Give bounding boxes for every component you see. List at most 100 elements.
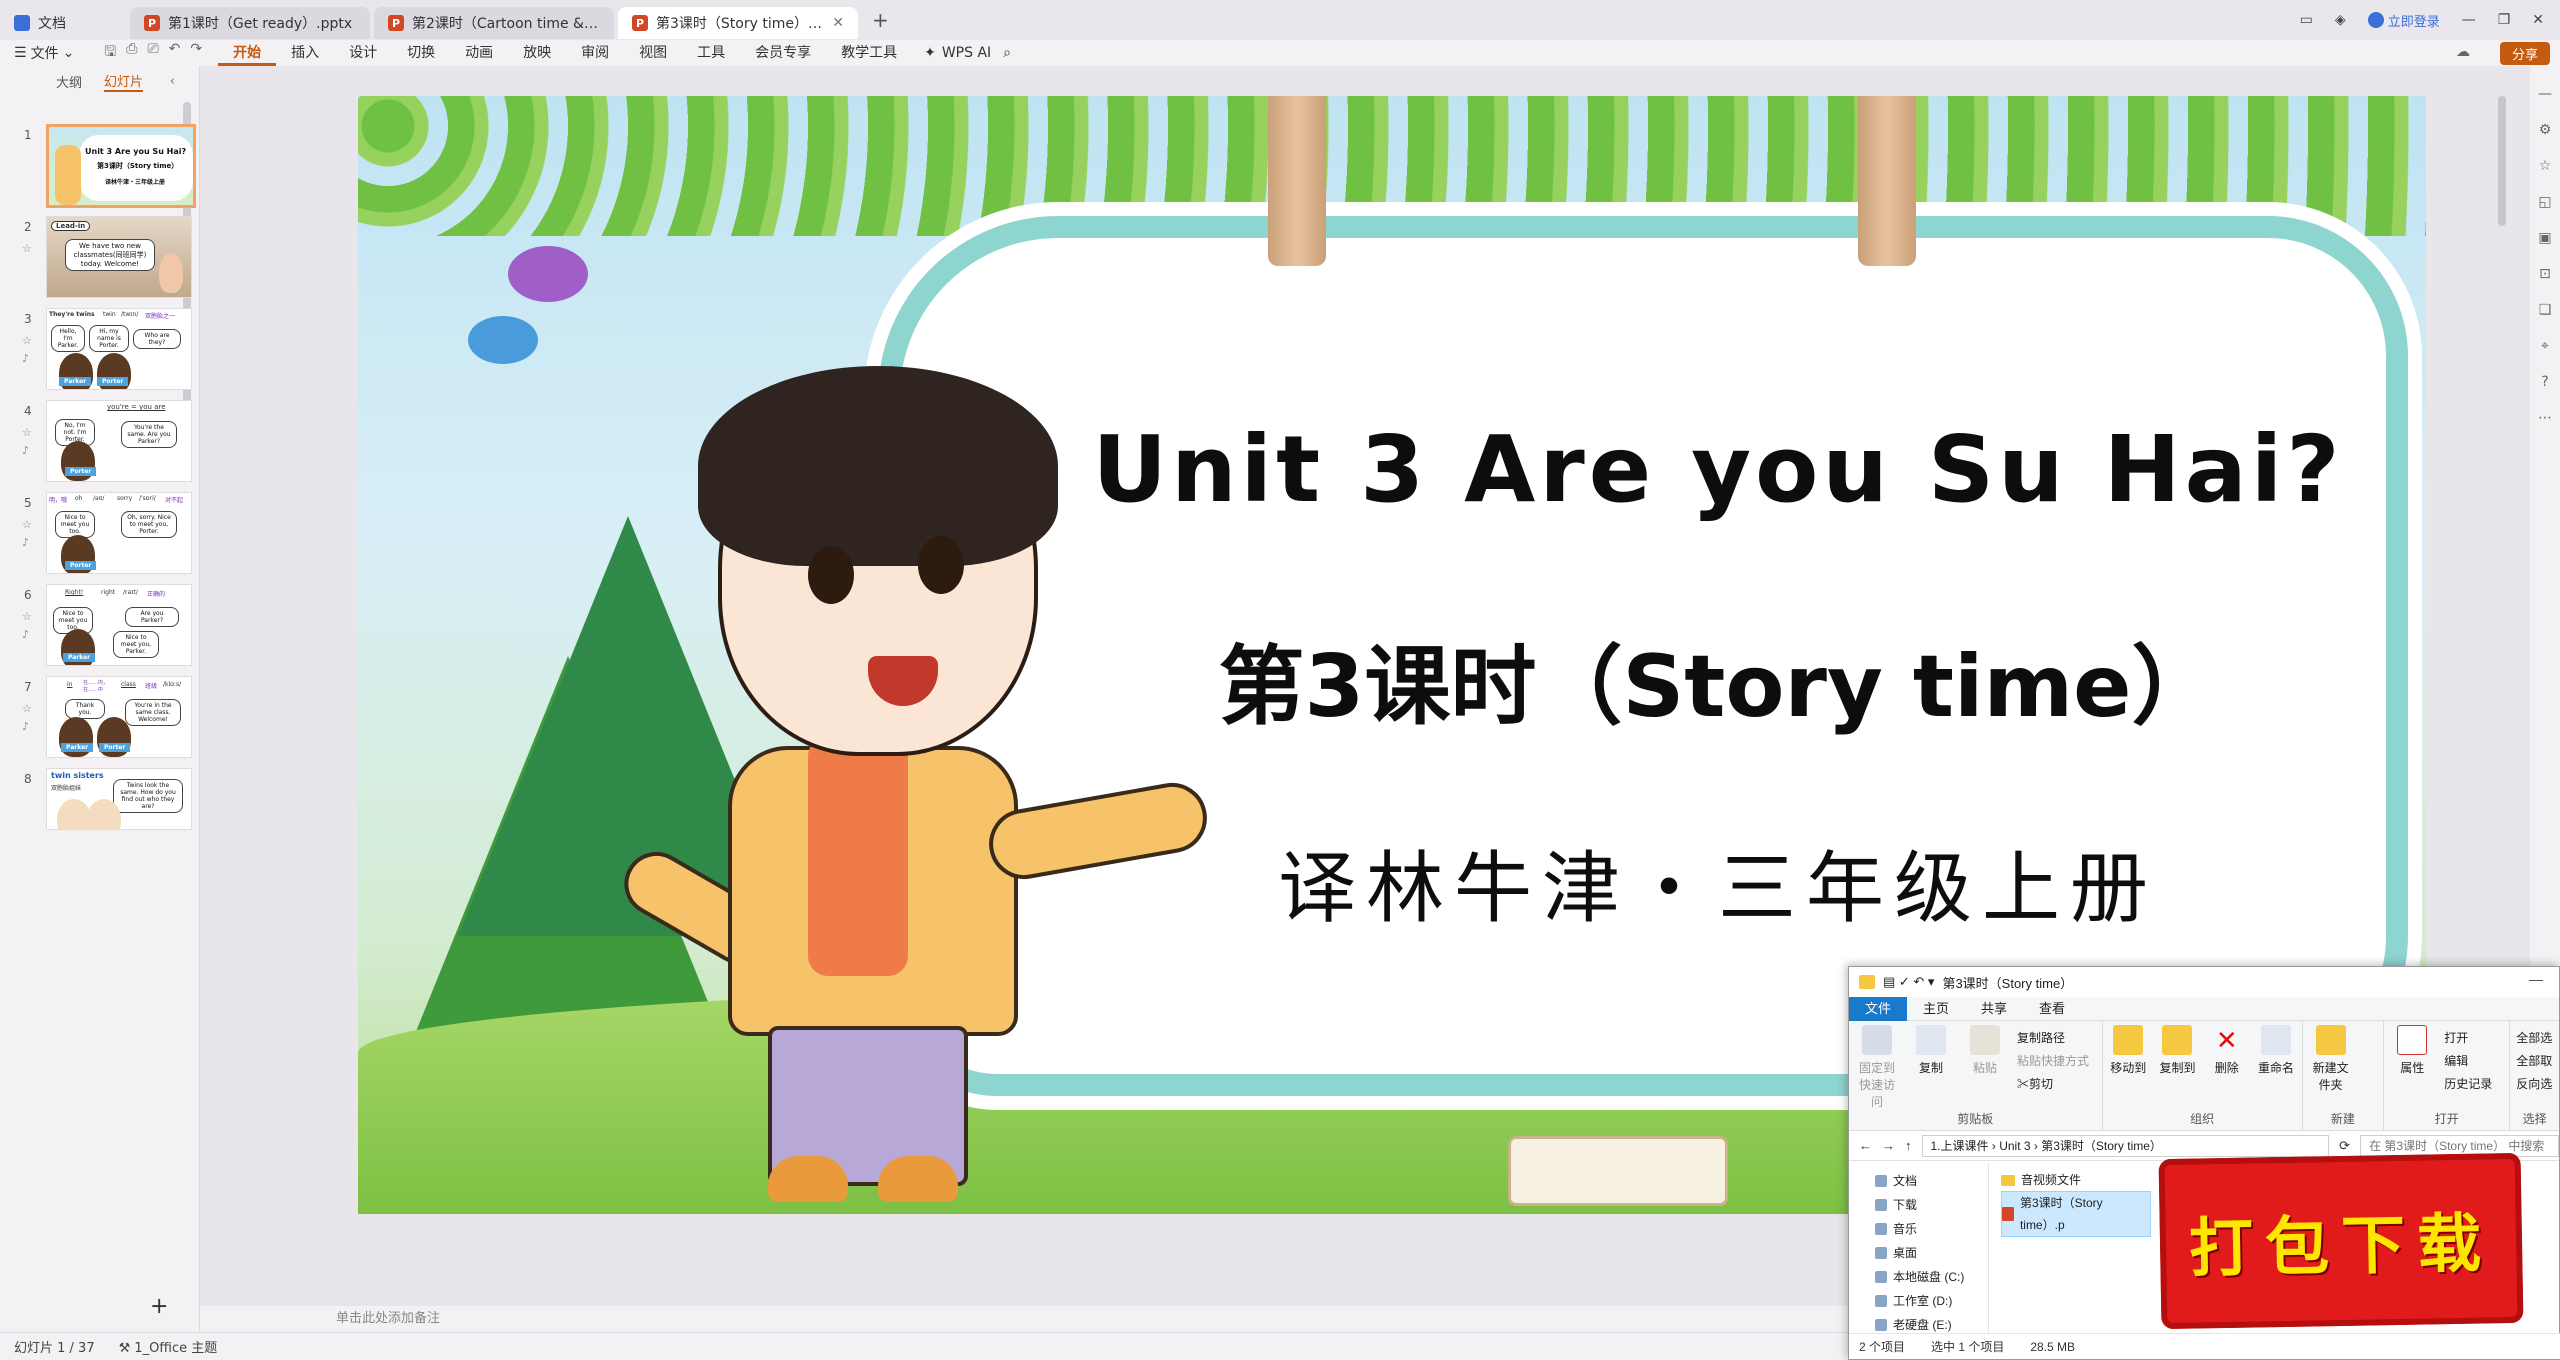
window-layout-icon[interactable]: ▭ — [2300, 12, 2313, 28]
redo-icon[interactable]: ↷ — [190, 41, 202, 65]
up-icon[interactable]: ↑ — [1905, 1138, 1912, 1153]
menu-teaching-tools[interactable]: 教学工具 — [826, 40, 912, 66]
export-icon[interactable]: ⎙ — [126, 41, 137, 65]
file-item[interactable]: 第3课时（Story time）.p — [2001, 1191, 2151, 1237]
star-icon: ☆ — [22, 702, 32, 715]
shapes-icon[interactable]: ◱ — [2538, 194, 2551, 210]
invert-selection-button[interactable]: 反向选 — [2516, 1075, 2552, 1092]
slide-thumbnail-4[interactable]: you're = you are No, I'm not. I'm Porter… — [46, 400, 192, 482]
slide-thumbnail-3[interactable]: They're twins twin /twɪn/ 双胞胎之一 Hello, I… — [46, 308, 192, 390]
file-menu[interactable]: ☰ 文件 ⌄ — [0, 43, 88, 63]
tab-lesson-2[interactable]: P 第2课时（Cartoon time & Letters a — [374, 7, 614, 39]
add-slide-button[interactable]: + — [150, 1294, 168, 1319]
slide-thumbnail-5[interactable]: 明，哦 oh /əʊ/ sorry /ˈsɒri/ 对不起 Nice to me… — [46, 492, 192, 574]
explorer-tab-home[interactable]: 主页 — [1907, 997, 1965, 1021]
ppt-icon: P — [632, 15, 648, 31]
drive-icon — [1875, 1271, 1887, 1283]
canvas-scrollbar[interactable] — [2498, 96, 2506, 226]
explorer-tab-file[interactable]: 文件 — [1849, 996, 1908, 1021]
image-icon[interactable]: ▣ — [2538, 230, 2551, 246]
menu-home[interactable]: 开始 — [218, 40, 277, 66]
nav-item-drive-c[interactable]: 本地磁盘 (C:) — [1875, 1265, 1988, 1289]
collapse-panel-icon[interactable]: ‹ — [170, 74, 175, 89]
menu-member[interactable]: 会员专享 — [740, 40, 826, 66]
slide-thumbnail-8[interactable]: twin sisters 双胞胎姐妹 Twins look the same. … — [46, 768, 192, 830]
tab-slides[interactable]: 幻灯片 — [104, 71, 144, 92]
close-tab-icon[interactable]: ✕ — [832, 15, 844, 31]
history-button[interactable]: 历史记录 — [2444, 1075, 2492, 1092]
cut-button[interactable]: ✂剪切 — [2017, 1075, 2089, 1092]
nav-item-downloads[interactable]: 下载 — [1875, 1193, 1988, 1217]
slide-thumbnail-2[interactable]: Lead-in We have two new classmates(同班同学)… — [46, 216, 192, 298]
quick-access-icons[interactable]: ▤ ✓ ↶ ▾ — [1883, 974, 1934, 990]
share-button[interactable]: 分享 — [2499, 42, 2550, 65]
explorer-tab-share[interactable]: 共享 — [1965, 997, 2023, 1021]
theme-name[interactable]: ⚒ 1_Office 主题 — [119, 1337, 218, 1356]
menu-review[interactable]: 审阅 — [566, 40, 624, 66]
help-icon[interactable]: ? — [2541, 374, 2548, 390]
minus-icon[interactable]: — — [2538, 86, 2552, 102]
search-icon[interactable]: ⌕ — [1003, 45, 1011, 61]
leaves-decoration — [358, 96, 2426, 236]
drive-icon — [1875, 1319, 1887, 1331]
explorer-ribbon: 固定到快速访问 复制 粘贴 复制路径 粘贴快捷方式 ✂剪切 剪贴板 移动到 复制… — [1849, 1021, 2559, 1131]
tab-outline[interactable]: 大纲 — [56, 72, 82, 91]
nav-item-music[interactable]: 音乐 — [1875, 1217, 1988, 1241]
menu-tools[interactable]: 工具 — [682, 40, 740, 66]
pack-download-stamp[interactable]: 打包下载 — [2158, 1152, 2524, 1330]
minimize-icon[interactable]: — — [2529, 971, 2543, 987]
slide-title: Unit 3 Are you Su Hai? — [1092, 416, 2344, 523]
select-all-button[interactable]: 全部选 — [2516, 1029, 2552, 1046]
copy-path-button[interactable]: 复制路径 — [2017, 1029, 2089, 1046]
nav-item-desktop[interactable]: 桌面 — [1875, 1241, 1988, 1265]
book-icon[interactable]: ❑ — [2539, 302, 2552, 318]
lock-icon[interactable]: ⊡ — [2539, 266, 2551, 282]
print-icon[interactable]: ⎚ — [147, 41, 158, 65]
slide-thumbnail-7[interactable]: in 在……内，在……中 class 班级 /klɑːs/ Thank you.… — [46, 676, 192, 758]
paste-shortcut-button[interactable]: 粘贴快捷方式 — [2017, 1052, 2089, 1069]
star-icon: ☆ — [22, 426, 32, 439]
clipboard-group: 固定到快速访问 复制 粘贴 复制路径 粘贴快捷方式 ✂剪切 剪贴板 — [1849, 1021, 2103, 1131]
star-icon[interactable]: ☆ — [2539, 158, 2552, 174]
wps-ai-button[interactable]: ✦ WPS AI — [912, 45, 1003, 61]
tab-lesson-3[interactable]: P 第3课时（Story time）.pptx ✕ — [618, 7, 858, 39]
tab-lesson-1[interactable]: P 第1课时（Get ready）.pptx — [130, 7, 370, 39]
login-button[interactable]: 立即登录 — [2367, 11, 2440, 30]
slide-thumbnail-6[interactable]: Right! right /raɪt/ 正确的 Nice to meet you… — [46, 584, 192, 666]
forward-icon[interactable]: → — [1882, 1138, 1895, 1153]
tab-documents[interactable]: 文档 — [0, 7, 130, 39]
documents-icon — [1875, 1175, 1887, 1187]
open-button[interactable]: 打开 — [2444, 1029, 2492, 1046]
audio-icon: ♪ — [22, 628, 30, 641]
menu-design[interactable]: 设计 — [334, 40, 392, 66]
back-icon[interactable]: ← — [1859, 1138, 1872, 1153]
explorer-tab-view[interactable]: 查看 — [2023, 997, 2081, 1021]
menu-view[interactable]: 视图 — [624, 40, 682, 66]
select-none-button[interactable]: 全部取 — [2516, 1052, 2552, 1069]
cube-icon[interactable]: ◈ — [2335, 12, 2346, 28]
undo-icon[interactable]: ↶ — [169, 41, 181, 65]
menu-slideshow[interactable]: 放映 — [508, 40, 566, 66]
slide-position: 幻灯片 1 / 37 — [14, 1341, 95, 1356]
address-bar[interactable]: 1.上课课件 › Unit 3 › 第3课时（Story time） — [1921, 1134, 2330, 1157]
star-icon: ☆ — [22, 334, 32, 347]
new-tab-icon[interactable]: + — [872, 8, 889, 32]
refresh-icon[interactable]: ⟳ — [2339, 1138, 2350, 1154]
cloud-sync-icon[interactable]: ☁ — [2456, 44, 2470, 60]
menu-transition[interactable]: 切换 — [392, 40, 450, 66]
slide-thumbnail-1[interactable]: Unit 3 Are you Su Hai? 第3课时（Story time） … — [46, 124, 196, 208]
close-window-icon[interactable]: ✕ — [2532, 12, 2544, 28]
minimize-icon[interactable]: — — [2462, 12, 2476, 28]
edit-button[interactable]: 编辑 — [2444, 1052, 2492, 1069]
nav-item-drive-d[interactable]: 工作室 (D:) — [1875, 1289, 1988, 1313]
explorer-title-bar: ▤ ✓ ↶ ▾ 第3课时（Story time） — [1849, 967, 2559, 997]
location-icon[interactable]: ⌖ — [2541, 338, 2549, 354]
explorer-nav-pane: 文档 下载 音乐 桌面 本地磁盘 (C:) 工作室 (D:) 老硬盘 (E:) — [1849, 1163, 1989, 1335]
nav-item-documents[interactable]: 文档 — [1875, 1169, 1988, 1193]
restore-icon[interactable]: ❐ — [2498, 12, 2511, 28]
more-icon[interactable]: ⋯ — [2538, 410, 2552, 426]
menu-animation[interactable]: 动画 — [450, 40, 508, 66]
menu-insert[interactable]: 插入 — [276, 40, 334, 66]
save-icon[interactable]: 🖫 — [104, 41, 116, 65]
adjust-icon[interactable]: ⚙ — [2539, 122, 2552, 138]
